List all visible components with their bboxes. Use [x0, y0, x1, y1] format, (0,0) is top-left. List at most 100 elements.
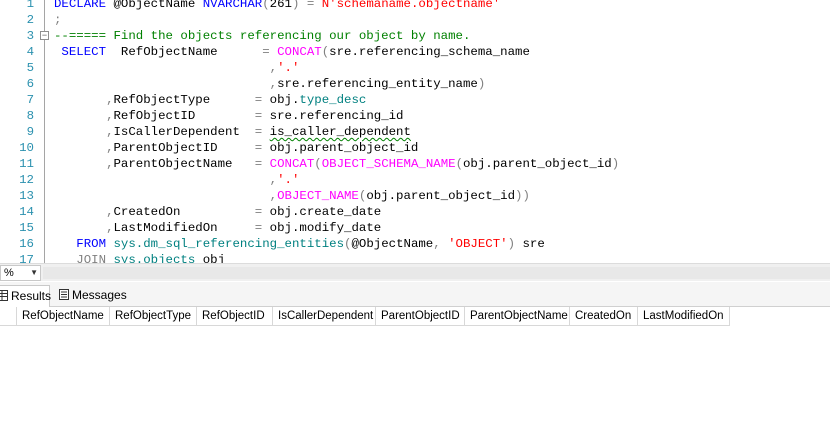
line-number: 15	[19, 221, 34, 235]
function: OBJECT_SCHEMA_NAME	[321, 157, 456, 171]
function: OBJECT_NAME	[277, 189, 359, 203]
grid-icon	[0, 290, 8, 301]
line-number: 1	[26, 0, 34, 11]
column-header[interactable]: RefObjectID	[197, 307, 273, 326]
expression: obj.parent_object_id	[269, 141, 419, 155]
expression: sre.referencing_schema_name	[329, 45, 530, 59]
line-number: 14	[19, 205, 34, 219]
paren: (	[455, 157, 463, 171]
line-number: 4	[26, 45, 34, 59]
results-grid[interactable]: RefObjectName RefObjectType RefObjectID …	[0, 307, 830, 427]
column-alias: RefObjectName	[106, 45, 263, 59]
line-number: 7	[26, 93, 34, 107]
function: CONCAT	[269, 157, 315, 171]
column-header[interactable]: RefObjectName	[17, 307, 110, 326]
column-header[interactable]: CreatedOn	[570, 307, 638, 326]
operator: =	[254, 125, 270, 139]
code-line: ,RefObjectID = sre.referencing_id	[54, 108, 404, 124]
code-line: SELECT RefObjectName = CONCAT(sre.refere…	[54, 44, 530, 60]
paren: )	[477, 77, 486, 91]
column-header[interactable]: ParentObjectName	[465, 307, 570, 326]
operator: =	[262, 45, 278, 59]
expression-warning: is_caller_dependent	[269, 125, 411, 139]
operator: =	[254, 205, 270, 219]
zoom-dropdown[interactable]: % ▼	[0, 265, 41, 281]
expression: obj.modify_date	[269, 221, 382, 235]
operator: =	[254, 109, 270, 123]
tab-label: Results	[11, 289, 52, 303]
horizontal-scrollbar[interactable]	[43, 267, 830, 279]
tab-messages[interactable]: Messages	[56, 285, 134, 307]
collapse-icon[interactable]: −	[40, 31, 49, 40]
line-number: 8	[26, 109, 34, 123]
comment-line: --===== Find the objects referencing our…	[54, 29, 471, 43]
column-header[interactable]: LastModifiedOn	[638, 307, 730, 326]
row-header-corner[interactable]	[0, 307, 17, 326]
paren: )	[507, 237, 516, 251]
comma: ,	[269, 173, 278, 187]
query-editor[interactable]: 1 2 3 4 5 6 7 8 9 10 11 12 13 14 15 16 1…	[0, 0, 830, 263]
code-line: ,OBJECT_NAME(obj.parent_object_id))	[54, 188, 530, 204]
line-number: 16	[19, 237, 34, 251]
expression: sre.referencing_id	[269, 109, 404, 123]
function: CONCAT	[277, 45, 322, 59]
code-line: ,ParentObjectID = obj.parent_object_id	[54, 140, 418, 156]
line-number: 6	[26, 77, 34, 91]
column-alias: ParentObjectID	[113, 141, 255, 155]
string-literal: '.'	[277, 61, 300, 75]
line-number: 12	[19, 173, 34, 187]
comma: ,	[106, 109, 114, 123]
string-literal: N'schemaname.objectname'	[321, 0, 501, 11]
code-line: ,ParentObjectName = CONCAT (OBJECT_SCHEMA…	[54, 156, 619, 172]
code-line: ,IsCallerDependent = is_caller_dependent	[54, 124, 411, 140]
code-line: ,RefObjectType = obj.type_desc	[54, 92, 366, 108]
operator: =	[254, 93, 270, 107]
code-line: ,sre.referencing_entity_name)	[54, 76, 486, 92]
string-literal: 'OBJECT'	[448, 237, 508, 251]
paren: ))	[515, 189, 530, 203]
comma: ,	[433, 237, 449, 251]
keyword: DECLARE	[54, 0, 107, 11]
tab-label: Messages	[72, 288, 127, 302]
editor-status-bar: % ▼	[0, 263, 830, 281]
column-header[interactable]: IsCallerDependent	[273, 307, 376, 326]
line-number: 2	[26, 13, 34, 27]
keyword: SELECT	[54, 45, 107, 59]
column-header[interactable]: RefObjectType	[110, 307, 197, 326]
comma: ,	[269, 61, 278, 75]
column-alias: ParentObjectName	[113, 157, 255, 171]
comma: ,	[106, 93, 114, 107]
chevron-down-icon[interactable]: ▼	[30, 266, 38, 280]
tab-results[interactable]: Results	[0, 285, 52, 307]
column-alias: RefObjectID	[113, 109, 255, 123]
line-number: 10	[19, 141, 34, 155]
messages-icon	[59, 289, 69, 300]
system-object: sys.objects	[113, 253, 196, 263]
line-number: 9	[26, 125, 34, 139]
operator: ) =	[291, 0, 322, 11]
number: 261	[269, 0, 292, 11]
variable: @ObjectName	[106, 0, 203, 11]
expression: obj.	[269, 93, 300, 107]
line-number-gutter: 1 2 3 4 5 6 7 8 9 10 11 12 13 14 15 16 1…	[0, 0, 38, 263]
paren: )	[611, 157, 620, 171]
code-line: FROM sys.dm_sql_referencing_entities(@Ob…	[54, 236, 545, 252]
column-header[interactable]: ParentObjectID	[376, 307, 465, 326]
comma: ,	[106, 157, 114, 171]
line-number: 13	[19, 189, 34, 203]
table-alias: sre	[515, 237, 545, 251]
comma: ,	[106, 141, 114, 155]
code-line: ;	[54, 13, 62, 27]
column-alias: LastModifiedOn	[113, 221, 255, 235]
operator: =	[254, 157, 270, 171]
comma: ,	[106, 205, 114, 219]
